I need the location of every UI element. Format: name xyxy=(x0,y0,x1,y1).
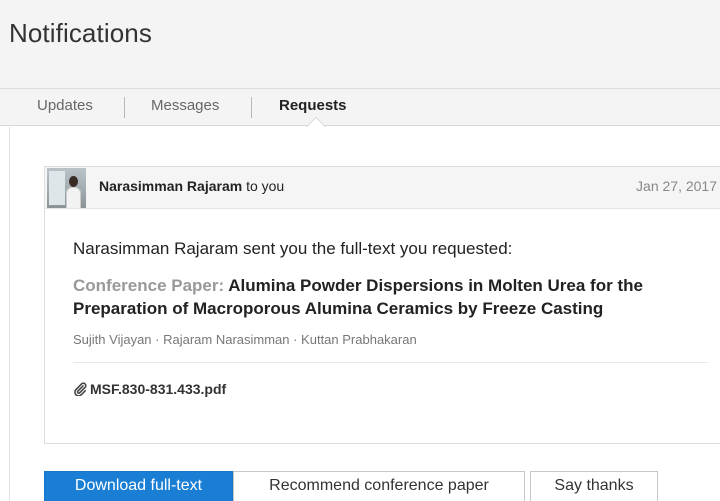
page-title: Notifications xyxy=(9,18,152,48)
tab-divider xyxy=(124,97,125,118)
notification-card-header: Narasimman Rajaram to you Jan 27, 2017 xyxy=(45,167,720,209)
paper-authors: Sujith Vijayan · Rajaram Narasimman · Ku… xyxy=(73,332,417,347)
paper-title-block[interactable]: Conference Paper: Alumina Powder Dispers… xyxy=(73,274,693,320)
download-fulltext-button[interactable]: Download full-text xyxy=(44,471,233,501)
active-tab-pointer xyxy=(306,117,326,127)
notification-tabs: Updates Messages Requests xyxy=(0,88,720,126)
paper-type: Conference Paper: xyxy=(73,276,225,295)
attachment-filename[interactable]: MSF.830-831.433.pdf xyxy=(90,381,226,397)
content-left-border xyxy=(9,127,10,501)
attachment-link[interactable]: MSF.830-831.433.pdf xyxy=(73,381,226,397)
avatar[interactable] xyxy=(47,168,86,208)
notification-card: Narasimman Rajaram to you Jan 27, 2017 N… xyxy=(44,166,720,444)
tab-updates[interactable]: Updates xyxy=(37,97,93,114)
sender-line: Narasimman Rajaram to you xyxy=(99,178,284,194)
tab-messages[interactable]: Messages xyxy=(151,97,219,114)
recommend-paper-button[interactable]: Recommend conference paper xyxy=(233,471,525,501)
say-thanks-button[interactable]: Say thanks xyxy=(530,471,658,501)
page-header: Notifications xyxy=(0,0,720,88)
recipient-text: to you xyxy=(246,178,285,194)
paperclip-icon xyxy=(74,382,87,396)
notification-date: Jan 27, 2017 xyxy=(636,178,717,194)
tab-requests[interactable]: Requests xyxy=(279,97,347,114)
sender-name[interactable]: Narasimman Rajaram xyxy=(99,178,242,194)
notification-message: Narasimman Rajaram sent you the full-tex… xyxy=(73,239,513,258)
card-divider xyxy=(73,362,708,363)
tab-divider xyxy=(251,97,252,118)
